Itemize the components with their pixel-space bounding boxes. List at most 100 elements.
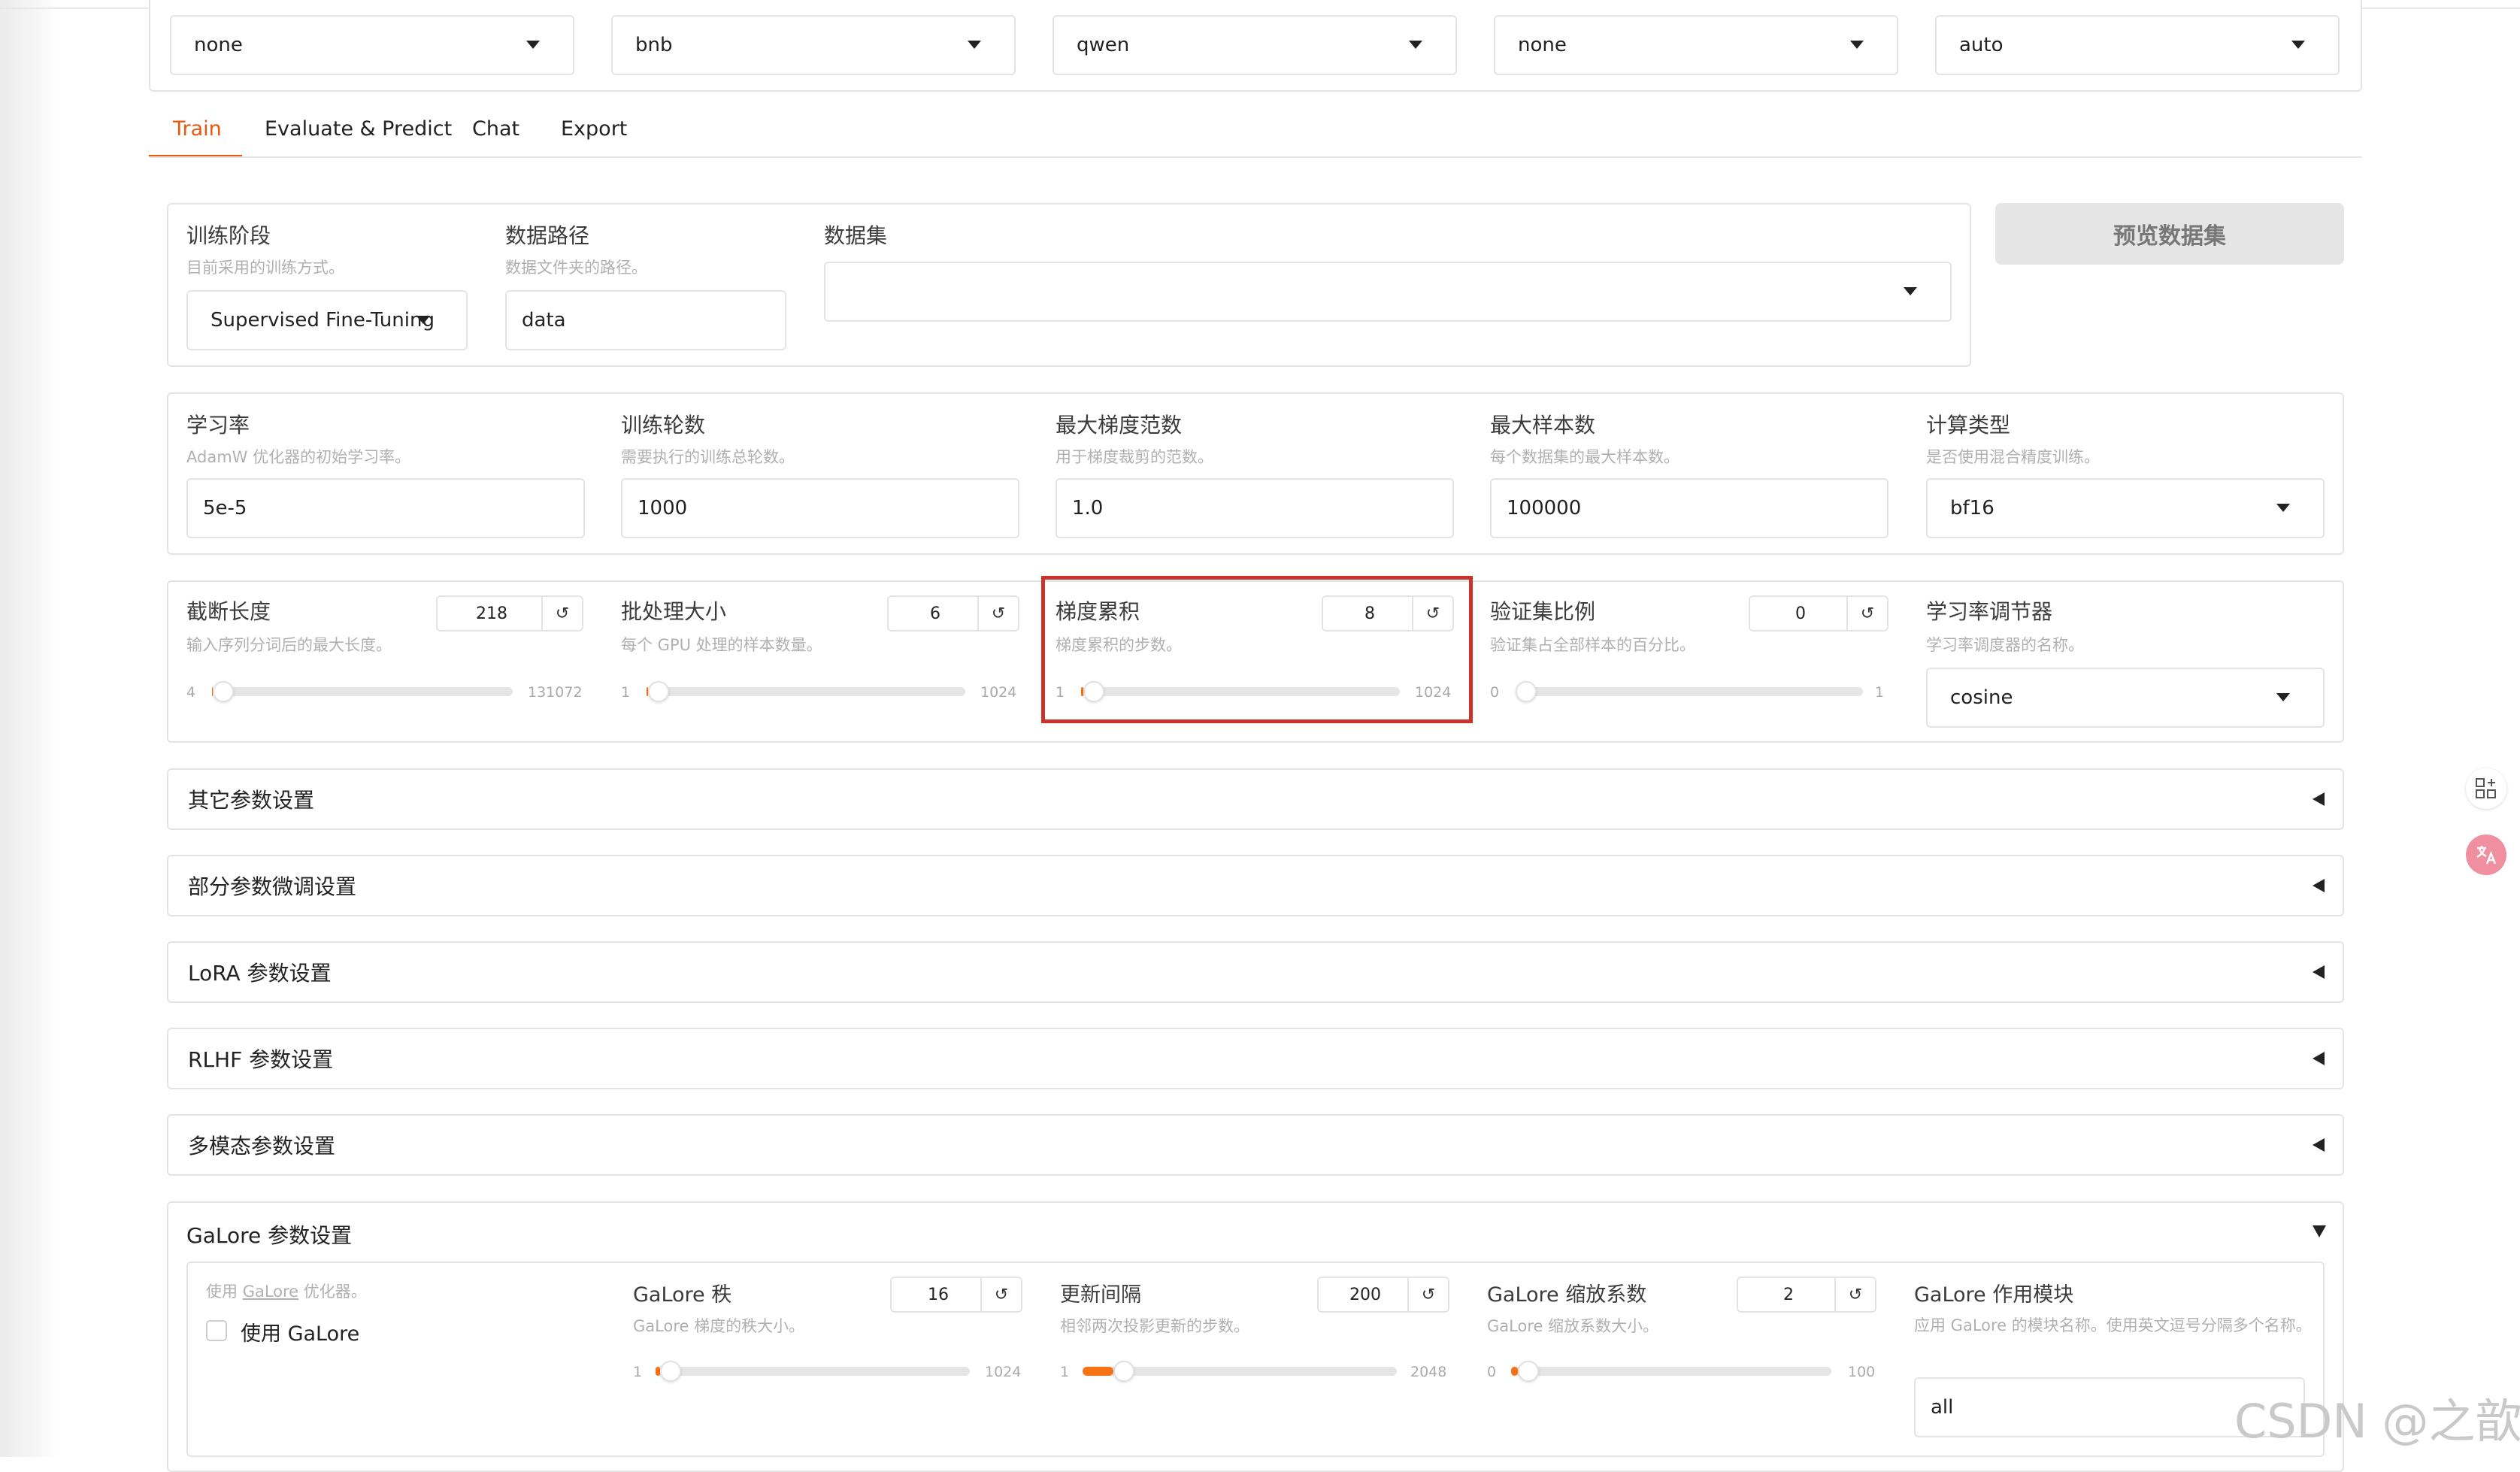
galore-scale-min: 0 <box>1487 1364 1497 1380</box>
galore-rank-slider[interactable] <box>656 1361 970 1382</box>
galore-target-label: GaLore 作用模块 <box>1914 1283 2074 1307</box>
caret-left-icon <box>2313 1052 2325 1065</box>
use-galore-checkbox[interactable] <box>206 1320 227 1341</box>
slider-thumb[interactable] <box>648 681 670 702</box>
galore-update-interval-slider[interactable] <box>1083 1361 1397 1382</box>
val-size-number[interactable]: 0 ↺ <box>1749 595 1888 632</box>
galore-rank-number[interactable]: 16 ↺ <box>890 1277 1022 1313</box>
stage-info: 目前采用的训练方式。 <box>186 259 344 277</box>
galore-rank-value: 16 <box>928 1285 949 1304</box>
compute-type-info: 是否使用混合精度训练。 <box>1926 448 2100 466</box>
lr-scheduler-select[interactable]: cosine <box>1926 668 2325 728</box>
info-prefix: 使用 <box>206 1283 243 1301</box>
val-size-max: 1 <box>1875 684 1885 701</box>
reset-icon[interactable]: ↺ <box>1407 1278 1448 1311</box>
learning-rate-input[interactable]: 5e-5 <box>186 478 585 538</box>
accordion-label: LoRA 参数设置 <box>188 961 332 986</box>
select-value: bnb <box>635 34 673 56</box>
stage-label: 训练阶段 <box>186 223 271 248</box>
dataset-label: 数据集 <box>824 223 888 248</box>
dataset-dir-label: 数据路径 <box>505 223 590 248</box>
chevron-down-icon <box>416 316 430 324</box>
slider-thumb[interactable] <box>1517 1361 1539 1382</box>
reset-icon[interactable]: ↺ <box>541 597 582 630</box>
val-size-value: 0 <box>1795 604 1806 623</box>
caret-left-icon <box>2313 879 2325 892</box>
use-galore-info: 使用 GaLore 优化器。 <box>206 1280 367 1302</box>
slider-thumb[interactable] <box>212 681 234 702</box>
galore-update-interval-info: 相邻两次投影更新的步数。 <box>1060 1317 1249 1335</box>
tab-evaluate-predict[interactable]: Evaluate & Predict <box>265 117 452 141</box>
slider-thumb[interactable] <box>1113 1361 1134 1382</box>
reset-icon[interactable]: ↺ <box>977 597 1018 630</box>
tab-export[interactable]: Export <box>561 117 627 141</box>
training-stage-select[interactable]: Supervised Fine-Tuning <box>186 290 468 350</box>
galore-scale-slider[interactable] <box>1511 1361 1831 1382</box>
cutoff-len-slider[interactable] <box>212 681 513 702</box>
galore-scale-number[interactable]: 2 ↺ <box>1737 1277 1876 1313</box>
tab-train[interactable]: Train <box>173 117 222 141</box>
use-galore-label[interactable]: 使用 GaLore <box>241 1317 359 1346</box>
batch-size-info: 每个 GPU 处理的样本数量。 <box>621 636 822 654</box>
accordion-multimodal-settings[interactable]: 多模态参数设置 <box>167 1114 2344 1176</box>
translate-button[interactable] <box>2466 834 2506 875</box>
dataset-dir-input[interactable]: data <box>505 290 786 350</box>
template-select[interactable]: qwen <box>1053 15 1457 75</box>
accordion-galore-header[interactable]: GaLore 参数设置 <box>167 1201 2344 1263</box>
reset-icon[interactable]: ↺ <box>980 1278 1021 1311</box>
quantization-method-select[interactable]: bnb <box>611 15 1016 75</box>
num-epochs-info: 需要执行的训练总轮数。 <box>621 448 795 466</box>
dataset-dir-info: 数据文件夹的路径。 <box>505 259 647 277</box>
val-size-slider[interactable] <box>1516 681 1863 702</box>
chevron-down-icon <box>968 41 981 49</box>
slider-thumb[interactable] <box>1516 681 1537 702</box>
side-toolbar-apps[interactable] <box>2466 768 2506 809</box>
max-samples-input[interactable]: 100000 <box>1490 478 1888 538</box>
galore-update-interval-number[interactable]: 200 ↺ <box>1317 1277 1449 1313</box>
batch-size-slider[interactable] <box>647 681 965 702</box>
reset-icon[interactable]: ↺ <box>1846 597 1887 630</box>
caret-down-icon <box>2313 1225 2326 1237</box>
max-grad-norm-input[interactable]: 1.0 <box>1056 478 1454 538</box>
accordion-lora-settings[interactable]: LoRA 参数设置 <box>167 941 2344 1003</box>
rope-scaling-select[interactable]: none <box>1494 15 1898 75</box>
galore-scale-label: GaLore 缩放系数 <box>1487 1283 1647 1307</box>
chevron-down-icon <box>1850 41 1864 49</box>
accordion-label: GaLore 参数设置 <box>186 1223 353 1248</box>
galore-update-interval-label: 更新间隔 <box>1060 1283 1141 1307</box>
galore-target-info: 应用 GaLore 的模块名称。使用英文逗号分隔多个名称。 <box>1914 1316 2312 1334</box>
galore-rank-info: GaLore 梯度的秩大小。 <box>633 1317 805 1335</box>
finetuning-quantization-select[interactable]: none <box>170 15 574 75</box>
caret-left-icon <box>2313 792 2325 806</box>
accordion-rlhf-settings[interactable]: RLHF 参数设置 <box>167 1028 2344 1089</box>
select-value: none <box>1518 34 1567 56</box>
reset-icon[interactable]: ↺ <box>1834 1278 1875 1311</box>
galore-rank-max: 1024 <box>985 1364 1022 1380</box>
cutoff-len-value: 218 <box>476 604 507 623</box>
watermark: CSDN @之歆 <box>2234 1394 2520 1449</box>
learning-rate-info: AdamW 优化器的初始学习率。 <box>186 448 411 466</box>
cutoff-len-number[interactable]: 218 ↺ <box>436 595 583 632</box>
tab-chat[interactable]: Chat <box>472 117 519 141</box>
val-size-label: 验证集比例 <box>1490 599 1596 624</box>
left-edge <box>0 0 57 1457</box>
translate-icon <box>2476 846 2497 865</box>
compute-type-select[interactable]: bf16 <box>1926 478 2325 538</box>
info-suffix: 优化器。 <box>298 1283 367 1301</box>
accordion-label: RLHF 参数设置 <box>188 1047 334 1072</box>
max-samples-info: 每个数据集的最大样本数。 <box>1490 448 1679 466</box>
galore-scale-value: 2 <box>1783 1285 1794 1304</box>
galore-link[interactable]: GaLore <box>243 1283 298 1301</box>
preview-dataset-button[interactable]: 预览数据集 <box>1995 203 2344 265</box>
batch-size-number[interactable]: 6 ↺ <box>887 595 1019 632</box>
galore-update-interval-min: 1 <box>1060 1364 1070 1380</box>
booster-select[interactable]: auto <box>1935 15 2340 75</box>
caret-left-icon <box>2313 1138 2325 1152</box>
batch-size-label: 批处理大小 <box>621 599 727 624</box>
num-epochs-input[interactable]: 1000 <box>621 478 1019 538</box>
accordion-extra-settings[interactable]: 其它参数设置 <box>167 768 2344 830</box>
accordion-freeze-settings[interactable]: 部分参数微调设置 <box>167 855 2344 916</box>
accordion-label: 多模态参数设置 <box>188 1134 336 1159</box>
dataset-select[interactable] <box>824 262 1952 322</box>
max-grad-norm-label: 最大梯度范数 <box>1056 413 1183 438</box>
